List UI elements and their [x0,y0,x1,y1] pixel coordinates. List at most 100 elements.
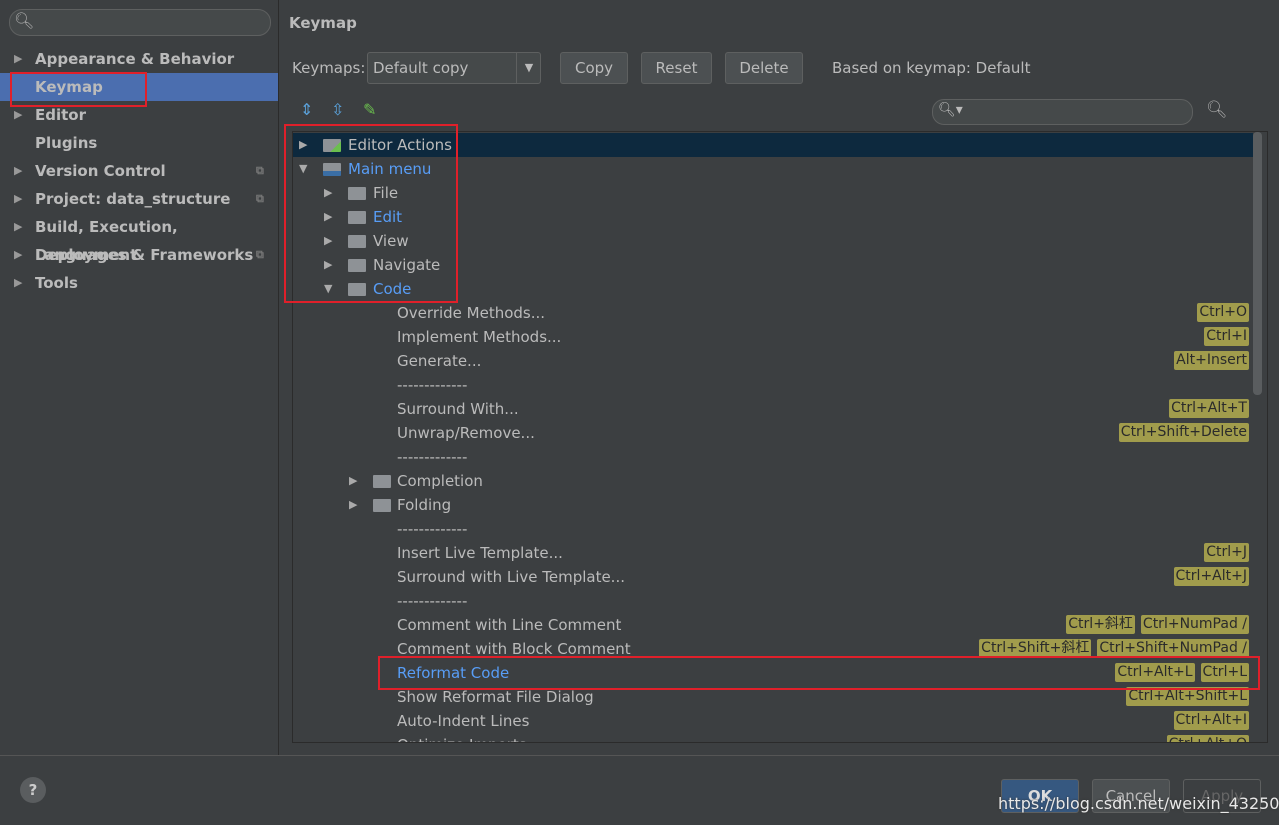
chevron-right-icon[interactable]: ▶ [14,241,22,269]
project-level-icon: ⧉ [256,164,264,177]
tree-row-label: ------------- [397,520,468,538]
project-level-icon: ⧉ [256,192,264,205]
shortcut-search-input[interactable]: 🔍︎▾ [932,99,1193,125]
tree-row-label: Surround With... [397,400,519,418]
tree-row[interactable]: ------------- [293,445,1253,469]
shortcut-list: Ctrl+I [1204,327,1249,346]
keymap-select[interactable]: Default copy ▼ [367,52,541,84]
search-icon: 🔍︎ [14,11,35,30]
shortcut-list: Ctrl+Alt+I [1173,711,1249,730]
shortcut-badge: Alt+Insert [1174,351,1249,370]
settings-sidebar: 🔍︎ ▶ Appearance & Behavior Keymap ▶ Editor Pl… [0,0,279,755]
sidebar-item-label: Version Control [35,162,166,180]
dialog-footer [0,755,1279,825]
keymaps-label: Keymaps: [292,59,366,77]
sidebar-item-label: Project: data_structure [35,190,231,208]
shortcut-badge: Ctrl+I [1204,327,1249,346]
tree-row[interactable]: Override Methods... Ctrl+O [293,301,1253,325]
tree-row-label: Comment with Line Comment [397,616,622,634]
tree-row-label: ------------- [397,376,468,394]
tree-row[interactable]: ------------- [293,517,1253,541]
highlight-box-keymap [10,72,147,107]
folder-icon [373,475,391,488]
shortcut-list: Alt+Insert [1174,351,1249,370]
sidebar-item-version-control[interactable]: ▶ Version Control ⧉ [0,157,278,185]
collapse-all-icon[interactable]: ⇳ [331,100,344,119]
shortcut-list: Ctrl+J [1204,543,1249,562]
chevron-right-icon[interactable]: ▶ [14,157,22,185]
tree-row-label: ------------- [397,592,468,610]
tree-row[interactable]: ▶ Folding [293,493,1253,517]
tree-row[interactable]: Surround With... Ctrl+Alt+T [293,397,1253,421]
highlight-box-reformat [378,656,1260,690]
chevron-right-icon[interactable]: ▶ [14,269,22,297]
tree-row[interactable]: ------------- [293,589,1253,613]
settings-search-input[interactable]: 🔍︎ [9,9,271,36]
shortcut-badge: Ctrl+Alt+O [1166,735,1249,742]
delete-button[interactable]: Delete [725,52,803,84]
tree-row[interactable]: Implement Methods... Ctrl+I [293,325,1253,349]
sidebar-item-build-execution-deployment[interactable]: ▶ Build, Execution, Deployment [0,213,278,264]
watermark: https://blog.csdn.net/weixin_43250623 [998,794,1279,813]
chevron-right-icon[interactable]: ▶ [349,493,357,517]
chevron-down-icon: ▼ [516,53,541,83]
expand-all-icon[interactable]: ⇕ [300,100,313,119]
sidebar-item-plugins[interactable]: Plugins [0,129,278,157]
copy-button[interactable]: Copy [560,52,628,84]
sidebar-item-languages-frameworks[interactable]: ▶ Languages & Frameworks ⧉ [0,241,278,269]
reset-button[interactable]: Reset [641,52,712,84]
search-icon: 🔍︎▾ [938,102,963,118]
tree-row-label: Generate... [397,352,482,370]
chevron-right-icon[interactable]: ▶ [349,469,357,493]
keymap-select-value: Default copy [373,59,469,77]
tree-row-label: Folding [397,496,452,514]
based-on-label: Based on keymap: Default [832,59,1031,77]
tree-row-label: Auto-Indent Lines [397,712,530,730]
folder-icon [373,499,391,512]
sidebar-item-project-data-structure[interactable]: ▶ Project: data_structure ⧉ [0,185,278,213]
tree-row[interactable]: Surround with Live Template... Ctrl+Alt+J [293,565,1253,589]
tree-row[interactable]: ▶ Completion [293,469,1253,493]
shortcut-list: Ctrl+Alt+J [1173,567,1249,586]
shortcut-badge: Ctrl+NumPad / [1140,615,1249,634]
tree-row-label: Override Methods... [397,304,546,322]
tree-row[interactable]: Generate... Alt+Insert [293,349,1253,373]
help-button[interactable]: ? [20,777,46,803]
tree-row[interactable]: Insert Live Template... Ctrl+J [293,541,1253,565]
sidebar-item-label: Tools [35,274,78,292]
tree-row-label: Insert Live Template... [397,544,563,562]
shortcut-list: Ctrl+斜杠 Ctrl+NumPad / [1066,615,1249,634]
page-title: Keymap [289,14,357,32]
shortcut-list: Ctrl+Alt+T [1169,399,1249,418]
tree-row[interactable]: ------------- [293,373,1253,397]
shortcut-badge: Ctrl+O [1197,303,1249,322]
tree-row-label: Completion [397,472,483,490]
sidebar-item-label: Plugins [35,134,98,152]
chevron-right-icon[interactable]: ▶ [14,213,22,241]
shortcut-list: Ctrl+Shift+Delete [1118,423,1249,442]
tree-row-label: ------------- [397,448,468,466]
sidebar-item-label: Languages & Frameworks [35,246,254,264]
tree-row[interactable]: Auto-Indent Lines Ctrl+Alt+I [293,709,1253,733]
chevron-right-icon[interactable]: ▶ [14,185,22,213]
tree-row[interactable]: Optimize Imports Ctrl+Alt+O [293,733,1253,742]
shortcut-list: Ctrl+O [1197,303,1249,322]
tree-row[interactable]: Unwrap/Remove... Ctrl+Shift+Delete [293,421,1253,445]
shortcut-badge: Ctrl+Shift+Delete [1118,423,1249,442]
tree-row-label: Implement Methods... [397,328,562,346]
chevron-right-icon[interactable]: ▶ [14,45,22,73]
find-by-shortcut-icon[interactable]: 🔍︎ [1206,100,1228,120]
project-level-icon: ⧉ [256,248,264,261]
shortcut-badge: Ctrl+J [1204,543,1249,562]
shortcut-list: Ctrl+Alt+O [1166,735,1249,742]
sidebar-item-appearance-behavior[interactable]: ▶ Appearance & Behavior [0,45,278,73]
tree-row[interactable]: Comment with Line Comment Ctrl+斜杠 Ctrl+Num… [293,613,1253,637]
highlight-box-tree [284,124,458,303]
tree-scrollbar[interactable] [1253,132,1262,395]
tree-row-label: Optimize Imports [397,733,527,742]
sidebar-item-tools[interactable]: ▶ Tools [0,269,278,297]
tree-row-label: Surround with Live Template... [397,568,625,586]
shortcut-badge: Ctrl+斜杠 [1066,615,1135,634]
sidebar-item-label: Appearance & Behavior [35,50,235,68]
edit-pencil-icon[interactable]: ✎ [363,100,376,119]
